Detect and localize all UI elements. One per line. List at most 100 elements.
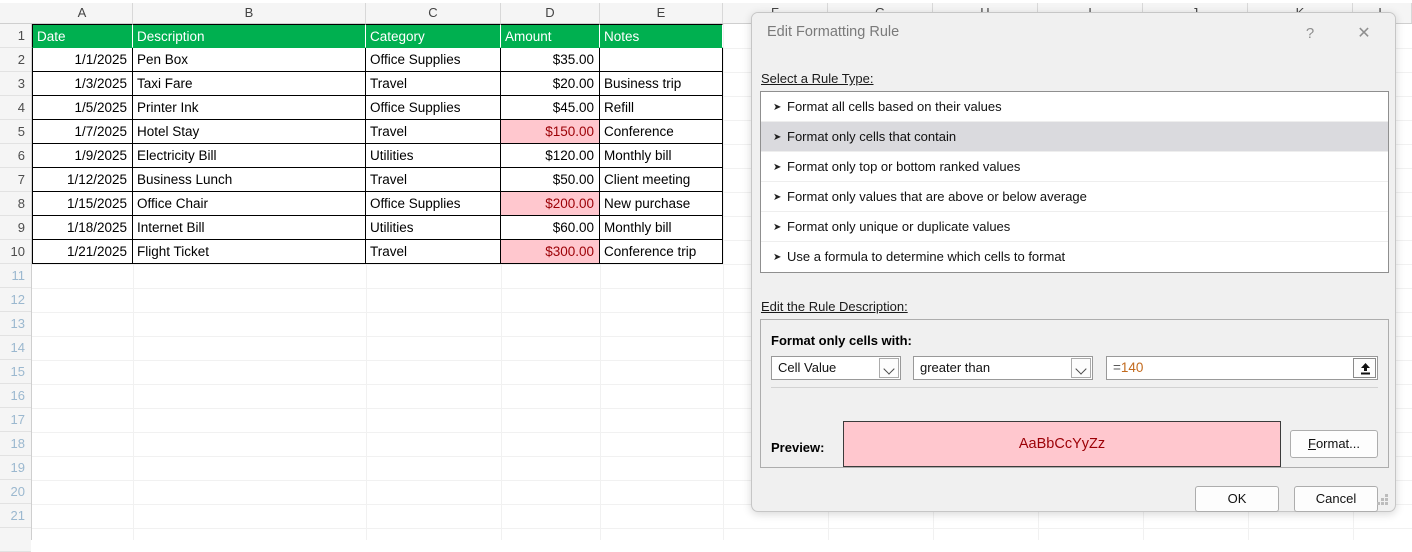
cell-date[interactable]: 1/1/2025 bbox=[32, 48, 133, 72]
rule-type-item-3[interactable]: ➤ Format only values that are above or be… bbox=[761, 182, 1388, 212]
cell-notes[interactable]: Business trip bbox=[600, 72, 723, 96]
cell-date[interactable]: 1/7/2025 bbox=[32, 120, 133, 144]
cell-notes[interactable]: Conference bbox=[600, 120, 723, 144]
collapse-dialog-icon[interactable] bbox=[1353, 358, 1376, 378]
cell-amount[interactable]: $150.00 bbox=[501, 120, 600, 144]
column-header-e[interactable]: E bbox=[600, 3, 723, 23]
row-header-18[interactable]: 18 bbox=[0, 432, 31, 456]
dialog-title-bar[interactable]: Edit Formatting Rule ? ✕ bbox=[752, 13, 1395, 53]
column-header-c[interactable]: C bbox=[366, 3, 501, 23]
cell-notes[interactable]: Client meeting bbox=[600, 168, 723, 192]
cell-amount[interactable]: $45.00 bbox=[501, 96, 600, 120]
format-button[interactable]: Format... bbox=[1290, 430, 1378, 458]
cell-category[interactable]: Office Supplies bbox=[366, 96, 501, 120]
cell-date[interactable]: 1/15/2025 bbox=[32, 192, 133, 216]
cell-date[interactable]: 1/12/2025 bbox=[32, 168, 133, 192]
cell-date[interactable]: 1/5/2025 bbox=[32, 96, 133, 120]
cell-notes[interactable]: Monthly bill bbox=[600, 144, 723, 168]
operand-select[interactable]: Cell Value bbox=[771, 356, 901, 380]
row-header-22[interactable] bbox=[0, 528, 31, 552]
value-input[interactable]: =140 bbox=[1106, 356, 1378, 380]
row-header-5[interactable]: 5 bbox=[0, 120, 31, 144]
rule-type-item-5[interactable]: ➤ Use a formula to determine which cells … bbox=[761, 242, 1388, 272]
cell-date[interactable]: 1/9/2025 bbox=[32, 144, 133, 168]
help-icon[interactable]: ? bbox=[1297, 22, 1323, 46]
cell-amount[interactable]: $20.00 bbox=[501, 72, 600, 96]
chevron-down-icon[interactable] bbox=[1071, 358, 1091, 378]
column-header-a[interactable]: A bbox=[32, 3, 133, 23]
cell-date[interactable]: 1/21/2025 bbox=[32, 240, 133, 264]
rule-type-listbox[interactable]: ➤ Format all cells based on their values ➤… bbox=[760, 91, 1389, 273]
table-header-cell[interactable]: Amount bbox=[501, 24, 600, 48]
resize-grip[interactable] bbox=[1377, 494, 1389, 506]
rule-type-item-0[interactable]: ➤ Format all cells based on their values bbox=[761, 92, 1388, 122]
cell-description[interactable]: Office Chair bbox=[133, 192, 366, 216]
cell-notes[interactable]: Conference trip bbox=[600, 240, 723, 264]
chevron-down-icon[interactable] bbox=[879, 358, 899, 378]
cell-description[interactable]: Flight Ticket bbox=[133, 240, 366, 264]
table-header-cell[interactable]: Description bbox=[133, 24, 366, 48]
cell-amount[interactable]: $35.00 bbox=[501, 48, 600, 72]
table-header-cell[interactable]: Date bbox=[32, 24, 133, 48]
cell-amount[interactable]: $60.00 bbox=[501, 216, 600, 240]
row-header-21[interactable]: 21 bbox=[0, 504, 31, 528]
cell-category[interactable]: Travel bbox=[366, 240, 501, 264]
cell-amount[interactable]: $300.00 bbox=[501, 240, 600, 264]
rule-type-item-4[interactable]: ➤ Format only unique or duplicate values bbox=[761, 212, 1388, 242]
row-header-12[interactable]: 12 bbox=[0, 288, 31, 312]
row-header-15[interactable]: 15 bbox=[0, 360, 31, 384]
column-header-d[interactable]: D bbox=[501, 3, 600, 23]
cell-date[interactable]: 1/3/2025 bbox=[32, 72, 133, 96]
row-header-1[interactable]: 1 bbox=[0, 24, 31, 48]
cell-category[interactable]: Travel bbox=[366, 72, 501, 96]
row-header-16[interactable]: 16 bbox=[0, 384, 31, 408]
cell-notes[interactable]: Refill bbox=[600, 96, 723, 120]
row-header-4[interactable]: 4 bbox=[0, 96, 31, 120]
cell-category[interactable]: Travel bbox=[366, 168, 501, 192]
rule-type-label: Format only cells that contain bbox=[787, 129, 957, 144]
column-header-b[interactable]: B bbox=[133, 3, 366, 23]
row-header-13[interactable]: 13 bbox=[0, 312, 31, 336]
rule-type-item-2[interactable]: ➤ Format only top or bottom ranked values bbox=[761, 152, 1388, 182]
ok-button[interactable]: OK bbox=[1195, 486, 1279, 512]
cancel-button[interactable]: Cancel bbox=[1294, 486, 1378, 512]
table-header-cell[interactable]: Notes bbox=[600, 24, 723, 48]
cell-description[interactable]: Electricity Bill bbox=[133, 144, 366, 168]
cell-amount[interactable]: $120.00 bbox=[501, 144, 600, 168]
cell-category[interactable]: Travel bbox=[366, 120, 501, 144]
row-header-8[interactable]: 8 bbox=[0, 192, 31, 216]
row-header-9[interactable]: 9 bbox=[0, 216, 31, 240]
cell-category[interactable]: Utilities bbox=[366, 144, 501, 168]
cell-category[interactable]: Office Supplies bbox=[366, 192, 501, 216]
cell-notes[interactable]: New purchase bbox=[600, 192, 723, 216]
row-header-10[interactable]: 10 bbox=[0, 240, 31, 264]
cell-notes[interactable] bbox=[600, 48, 723, 72]
row-header-2[interactable]: 2 bbox=[0, 48, 31, 72]
cell-category[interactable]: Utilities bbox=[366, 216, 501, 240]
row-header-6[interactable]: 6 bbox=[0, 144, 31, 168]
cell-date[interactable]: 1/18/2025 bbox=[32, 216, 133, 240]
row-header-20[interactable]: 20 bbox=[0, 480, 31, 504]
cell-description[interactable]: Taxi Fare bbox=[133, 72, 366, 96]
row-header-14[interactable]: 14 bbox=[0, 336, 31, 360]
cell-description[interactable]: Printer Ink bbox=[133, 96, 366, 120]
cell-description[interactable]: Pen Box bbox=[133, 48, 366, 72]
row-header-7[interactable]: 7 bbox=[0, 168, 31, 192]
cell-amount[interactable]: $50.00 bbox=[501, 168, 600, 192]
cell-notes[interactable]: Monthly bill bbox=[600, 216, 723, 240]
row-header-3[interactable]: 3 bbox=[0, 72, 31, 96]
cell-description[interactable]: Internet Bill bbox=[133, 216, 366, 240]
row-header-17[interactable]: 17 bbox=[0, 408, 31, 432]
row-header-11[interactable]: 11 bbox=[0, 264, 31, 288]
cell-description[interactable]: Hotel Stay bbox=[133, 120, 366, 144]
rule-type-item-1[interactable]: ➤ Format only cells that contain bbox=[761, 122, 1388, 152]
bullet-arrow-icon: ➤ bbox=[773, 191, 782, 203]
row-header-19[interactable]: 19 bbox=[0, 456, 31, 480]
cell-category[interactable]: Office Supplies bbox=[366, 48, 501, 72]
operator-select[interactable]: greater than bbox=[913, 356, 1093, 380]
cell-amount[interactable]: $200.00 bbox=[501, 192, 600, 216]
close-icon[interactable]: ✕ bbox=[1349, 22, 1379, 46]
table-header-cell[interactable]: Category bbox=[366, 24, 501, 48]
cell-description[interactable]: Business Lunch bbox=[133, 168, 366, 192]
select-rule-type-label-text: Select a Rule Type: bbox=[761, 71, 874, 86]
